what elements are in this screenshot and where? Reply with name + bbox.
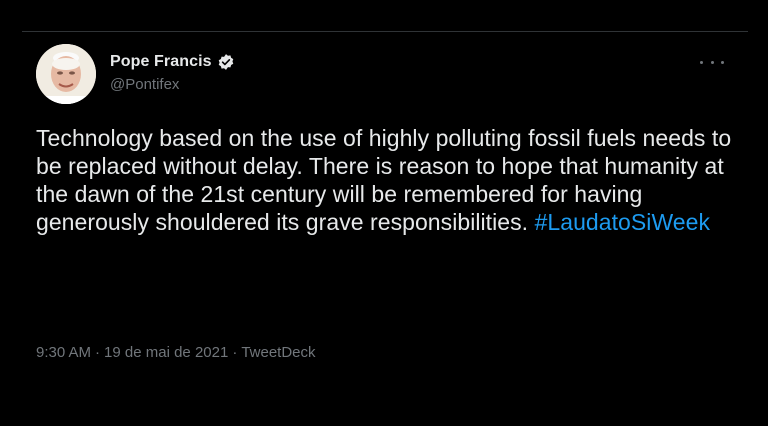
hashtag-link[interactable]: #LaudatoSiWeek <box>535 209 710 235</box>
more-options-icon[interactable] <box>700 54 724 70</box>
meta-separator: · <box>232 344 238 361</box>
name-row: Pope Francis <box>110 51 235 73</box>
handle[interactable]: @Pontifex <box>110 76 235 93</box>
top-divider <box>22 31 748 32</box>
tweet-time[interactable]: 9:30 AM <box>36 344 91 361</box>
tweet-meta: 9:30 AM · 19 de mai de 2021 · TweetDeck <box>36 344 316 361</box>
tweet-date[interactable]: 19 de mai de 2021 <box>104 344 228 361</box>
avatar[interactable] <box>36 44 96 104</box>
verified-badge-icon <box>217 53 235 71</box>
meta-separator: · <box>95 344 101 361</box>
display-name[interactable]: Pope Francis <box>110 53 212 71</box>
avatar-image <box>36 44 96 104</box>
tweet-header: Pope Francis @Pontifex <box>36 44 736 108</box>
tweet-source[interactable]: TweetDeck <box>241 344 315 361</box>
tweet-text: Technology based on the use of highly po… <box>36 124 736 236</box>
author-info: Pope Francis @Pontifex <box>110 51 235 93</box>
tweet: Pope Francis @Pontifex Technology based … <box>36 44 736 361</box>
